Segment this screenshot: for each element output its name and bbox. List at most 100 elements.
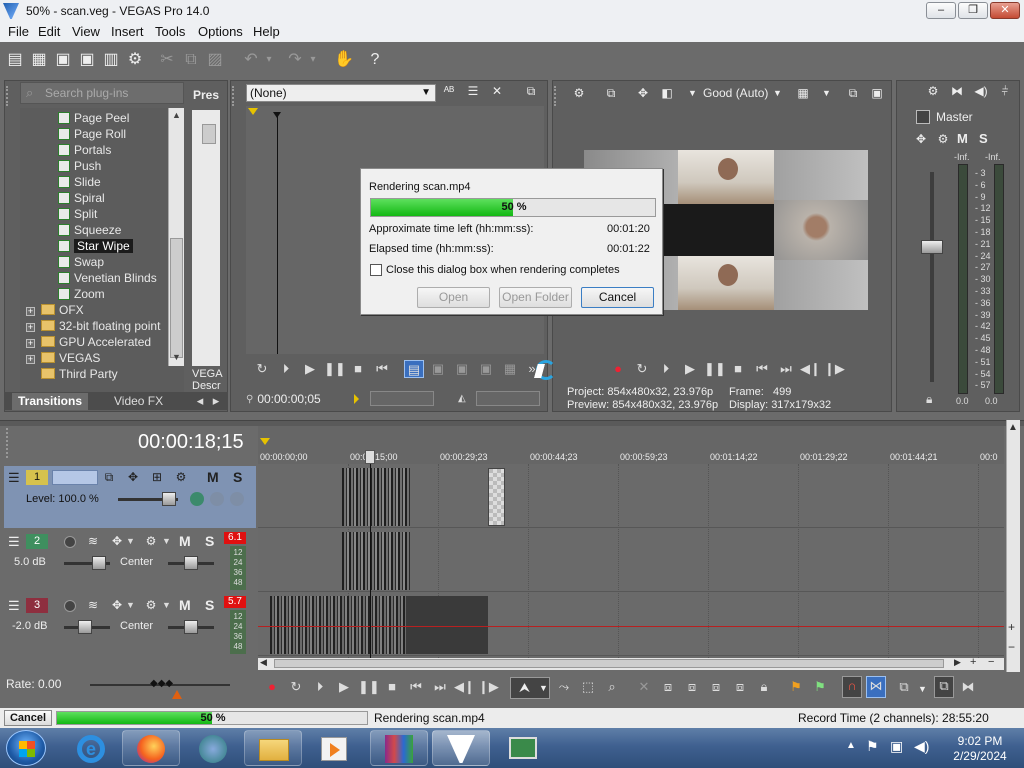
tree-item-squeeze[interactable]: Squeeze xyxy=(58,222,121,238)
track-gear-icon[interactable]: ⚙ xyxy=(144,534,158,548)
taskbar-winrar[interactable] xyxy=(370,730,428,766)
downmix-icon[interactable]: ⧓ xyxy=(950,84,964,98)
collapse-track-icon[interactable]: ☰ xyxy=(8,598,20,614)
taskbar-explorer[interactable] xyxy=(244,730,302,766)
track-3-header[interactable]: ☰ 3 ≋ ✥ ▼ ⚙ ▼ M S 5.7 -2.0 dB Center 12 2… xyxy=(4,594,256,656)
duration-field[interactable] xyxy=(476,391,540,406)
taskbar-monitor-app[interactable] xyxy=(494,730,552,766)
tree-item-page-roll[interactable]: Page Roll xyxy=(58,126,126,142)
checkbox-box[interactable] xyxy=(370,264,382,276)
close-button[interactable]: ✕ xyxy=(990,2,1020,19)
track-1-header[interactable]: ☰ 1 ⧉ ✥ ⊞ ⚙ M S Level: 100.0 % xyxy=(4,466,256,528)
chevron-down-icon[interactable]: ▼ xyxy=(822,88,831,98)
redo-dropdown-icon[interactable]: ▾ xyxy=(304,51,322,69)
selection-length-field[interactable] xyxy=(370,391,434,406)
presets-list[interactable] xyxy=(192,110,220,366)
menu-tools[interactable]: Tools xyxy=(155,24,185,39)
envelope-tool-icon[interactable]: ⤳ xyxy=(554,678,574,696)
play-from-start-icon[interactable]: ⏵ xyxy=(656,360,676,378)
trimmer-media-dropdown[interactable]: (None) ▼ xyxy=(246,84,436,102)
track-mute-button[interactable]: M xyxy=(207,469,219,485)
delete-icon[interactable]: ✕ xyxy=(634,678,654,696)
tree-item-zoom[interactable]: Zoom xyxy=(58,286,105,302)
start-button[interactable] xyxy=(6,730,46,766)
go-to-start-icon[interactable]: ⏮ xyxy=(406,678,426,696)
timeline-ruler[interactable]: 00:00:00;0000:00:15;0000:00:29;2300:00:4… xyxy=(258,426,1004,464)
tree-item-venetian-blinds[interactable]: Venetian Blinds xyxy=(58,270,157,286)
arm-record-icon[interactable] xyxy=(64,600,76,612)
properties-gear-icon[interactable]: ⚙ xyxy=(126,51,144,69)
trim-start-icon[interactable]: ⧈ xyxy=(682,678,702,696)
menu-help[interactable]: Help xyxy=(253,24,280,39)
split-screen-icon[interactable]: ✥ xyxy=(636,86,650,100)
collapse-track-icon[interactable]: ☰ xyxy=(8,470,20,486)
pause-icon[interactable]: ❚❚ xyxy=(704,360,726,378)
tree-item-page-peel[interactable]: Page Peel xyxy=(58,110,129,126)
track-solo-button[interactable]: S xyxy=(205,597,214,613)
loop-icon[interactable]: ↻ xyxy=(286,678,306,696)
play-icon[interactable]: ▶ xyxy=(680,360,700,378)
tree-folder-ofx[interactable]: + OFX xyxy=(26,302,84,318)
play-icon[interactable]: ▶ xyxy=(334,678,354,696)
tabs-right-icon[interactable]: ▸ xyxy=(206,392,226,410)
track-2-header[interactable]: ☰ 2 ≋ ✥ ▼ ⚙ ▼ M S 6.1 5.0 dB Center 12 24… xyxy=(4,530,256,592)
new-project-icon[interactable]: ▤ xyxy=(6,51,24,69)
play-from-start-icon[interactable]: ⏵ xyxy=(276,360,296,378)
tree-folder-gpu[interactable]: + GPU Accelerated xyxy=(26,334,151,350)
track-solo-button[interactable]: S xyxy=(205,533,214,549)
tree-item-swap[interactable]: Swap xyxy=(58,254,104,270)
zoom-in-tracks-icon[interactable]: + xyxy=(1008,620,1015,634)
loop-icon[interactable]: ↻ xyxy=(252,360,272,378)
pane-grip[interactable] xyxy=(6,428,22,458)
add-to-timeline-icon[interactable]: ▣ xyxy=(428,360,448,378)
fit-icon[interactable]: ▦ xyxy=(500,360,520,378)
pane-grip[interactable] xyxy=(232,86,242,106)
master-solo-button[interactable]: S xyxy=(979,131,988,146)
tree-folder-third-party[interactable]: Third Party xyxy=(41,366,118,382)
master-lock-icon[interactable]: 🔒︎ xyxy=(926,392,932,407)
menu-options[interactable]: Options xyxy=(198,24,243,39)
tray-expand-icon[interactable]: ▲ xyxy=(846,740,856,751)
save-icon[interactable]: ▣ xyxy=(54,51,72,69)
mixer-faders-icon[interactable]: ⫩ xyxy=(998,84,1012,98)
track-gear-icon[interactable]: ⚙ xyxy=(174,470,188,484)
tree-item-push[interactable]: Push xyxy=(58,158,101,174)
pause-icon[interactable]: ❚❚ xyxy=(358,678,380,696)
auto-crossfade-icon[interactable]: ⋈ xyxy=(866,676,886,698)
tree-item-portals[interactable]: Portals xyxy=(58,142,111,158)
undo-dropdown-icon[interactable]: ▾ xyxy=(260,51,278,69)
render-as-icon[interactable]: ▥ xyxy=(102,51,120,69)
level-slider-thumb[interactable] xyxy=(162,492,176,506)
pane-grip[interactable] xyxy=(6,86,16,106)
lock-envelopes-icon[interactable]: ⧉ xyxy=(934,676,954,698)
whats-this-help-icon[interactable]: ? xyxy=(366,51,384,69)
video-event[interactable] xyxy=(342,468,410,526)
menu-file[interactable]: File xyxy=(8,24,29,39)
record-icon[interactable]: ● xyxy=(262,678,282,696)
abc-icon[interactable]: ᴬᴮ xyxy=(442,84,456,98)
menu-view[interactable]: View xyxy=(72,24,100,39)
zoom-tool-icon[interactable]: ⌕ xyxy=(602,678,622,696)
scroll-up-icon[interactable]: ▲ xyxy=(1008,422,1018,433)
stop-icon[interactable]: ■ xyxy=(382,678,402,696)
rate-slider-thumb[interactable]: ◆◆◆ xyxy=(150,678,173,689)
split-icon[interactable]: ⧈ xyxy=(730,678,750,696)
remove-icon[interactable]: ✕ xyxy=(490,84,504,98)
track-fx-icon[interactable]: ✥ xyxy=(126,470,140,484)
track-mute-button[interactable]: M xyxy=(179,597,191,613)
track-fx-icon[interactable]: ✥ xyxy=(110,534,124,548)
gain-slider-thumb[interactable] xyxy=(92,556,106,570)
tab-transitions[interactable]: Transitions xyxy=(12,393,89,410)
preview-properties-gear-icon[interactable]: ⚙ xyxy=(572,86,586,100)
track-gear-icon[interactable]: ⚙ xyxy=(144,598,158,612)
scroll-left-icon[interactable]: ◀ xyxy=(260,657,267,668)
track-solo-button[interactable]: S xyxy=(233,469,242,485)
chevron-down-icon[interactable]: ▼ xyxy=(918,684,927,694)
open-button[interactable]: Open xyxy=(417,287,490,308)
chevron-down-icon[interactable]: ▼ xyxy=(773,88,782,98)
gain-slider-thumb[interactable] xyxy=(78,620,92,634)
pan-slider-thumb[interactable] xyxy=(184,620,198,634)
tree-folder-vegas[interactable]: + VEGAS xyxy=(26,350,100,366)
preview-fx-icon[interactable]: ◧ xyxy=(660,86,674,100)
master-fader-track[interactable] xyxy=(930,172,934,382)
